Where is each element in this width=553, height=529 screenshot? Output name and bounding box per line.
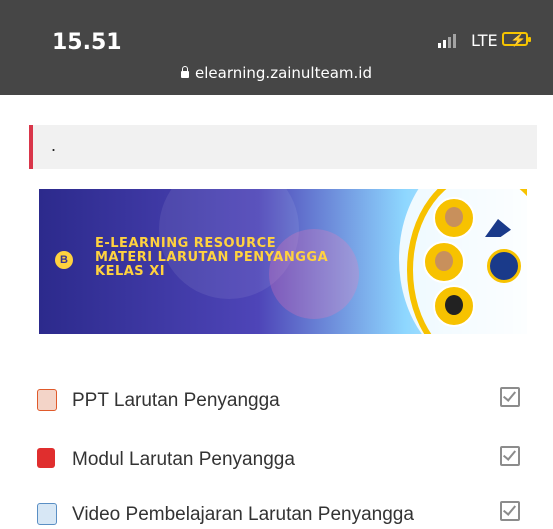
activity-item-video[interactable]: Video Pembelajaran Larutan Penyangga — [0, 499, 553, 529]
status-bar: 15.51 LTE ⚡ elearning.zainulteam.id — [0, 0, 553, 95]
address-bar[interactable]: elearning.zainulteam.id — [0, 64, 553, 82]
banner-line-3: KELAS XI — [95, 264, 166, 279]
url-text: elearning.zainulteam.id — [195, 64, 372, 82]
activity-item-ppt[interactable]: PPT Larutan Penyangga — [0, 385, 553, 415]
activity-link[interactable]: Modul Larutan Penyangga — [72, 449, 295, 471]
completion-checkbox[interactable] — [500, 501, 520, 521]
university-logo — [487, 249, 521, 283]
lock-icon — [181, 66, 189, 78]
author-avatar — [423, 241, 465, 283]
banner-title: E-LEARNING RESOURCE MATERI LARUTAN PENYA… — [95, 237, 328, 279]
activity-link[interactable]: Video Pembelajaran Larutan Penyangga — [72, 504, 414, 526]
notice-box: . — [29, 125, 537, 169]
activity-link[interactable]: PPT Larutan Penyangga — [72, 390, 280, 412]
clock: 15.51 — [52, 30, 122, 55]
activity-item-modul[interactable]: Modul Larutan Penyangga — [0, 444, 553, 474]
author-avatar — [433, 197, 475, 239]
notice-text: . — [51, 135, 57, 155]
completion-checkbox[interactable] — [500, 387, 520, 407]
signal-icon — [438, 34, 456, 48]
network-type: LTE — [471, 31, 498, 50]
author-avatar — [433, 285, 475, 327]
banner-line-2: MATERI LARUTAN PENYANGGA — [95, 250, 329, 265]
banner-badge: B — [55, 251, 73, 269]
powerpoint-icon — [37, 389, 57, 411]
completion-checkbox[interactable] — [500, 446, 520, 466]
course-banner-image: B E-LEARNING RESOURCE MATERI LARUTAN PEN… — [39, 189, 527, 334]
battery-charging-icon: ⚡ — [502, 32, 531, 47]
video-file-icon — [37, 503, 57, 525]
pdf-icon — [37, 448, 55, 468]
banner-line-1: E-LEARNING RESOURCE — [95, 236, 277, 251]
